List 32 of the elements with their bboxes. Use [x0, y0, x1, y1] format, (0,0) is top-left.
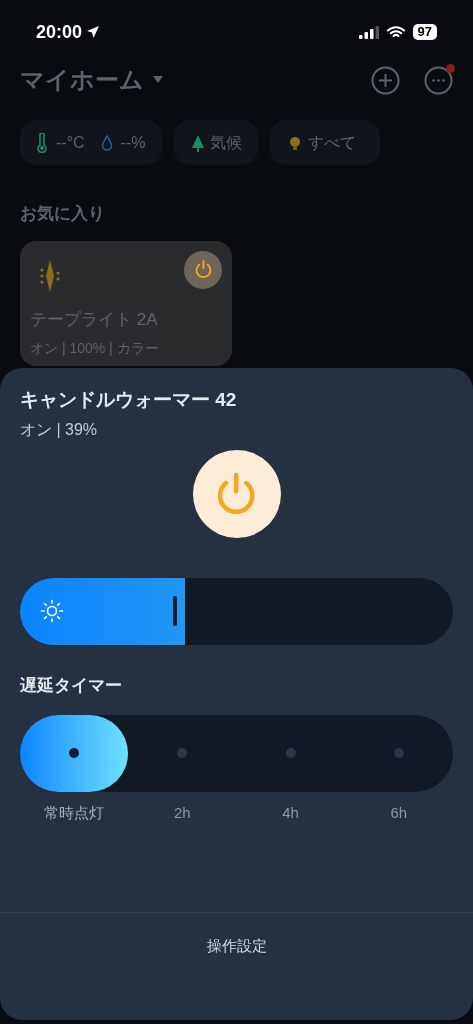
status-time: 20:00 [36, 20, 83, 44]
droplet-icon [100, 134, 113, 151]
weather-chip[interactable]: 気候 [173, 120, 258, 165]
device-name: テープライト 2A [30, 308, 159, 331]
timer-option-label: 2h [173, 802, 192, 823]
slider-handle[interactable] [172, 596, 177, 626]
wifi-icon [386, 25, 405, 39]
more-icon[interactable] [424, 65, 453, 95]
temperature-text: --°C [56, 132, 85, 153]
signal-icon [358, 25, 379, 39]
section-title: お気に入り [19, 203, 106, 225]
tree-icon [189, 133, 206, 152]
sheet-title: キャンドルウォーマー 42 [20, 387, 238, 412]
timer-title: 遅延タイマー [20, 675, 123, 697]
timer-option-label: 6h [389, 802, 409, 823]
climate-chip[interactable]: --°C --% [20, 120, 162, 165]
sun-icon [40, 599, 64, 623]
timer-option-label: 4h [281, 802, 300, 823]
device-status: オン | 100% | カラー [30, 339, 160, 358]
device-card[interactable]: テープライト 2A オン | 100% | カラー [20, 240, 232, 366]
dropdown-caret-icon[interactable] [152, 75, 164, 85]
device-power-button[interactable] [184, 250, 222, 289]
lights-chip[interactable]: すべて [269, 120, 380, 165]
thermometer-icon [36, 132, 48, 153]
sheet-status: オン | 39% [20, 420, 99, 440]
humidity-text: --% [120, 132, 146, 153]
timer-option-label: 常時点灯 [43, 802, 106, 823]
location-arrow-icon [86, 25, 101, 39]
operation-settings-button[interactable]: 操作設定 [206, 935, 267, 958]
battery-indicator: 97 [412, 24, 437, 40]
add-icon[interactable] [371, 65, 400, 95]
home-title[interactable]: マイホーム [20, 62, 144, 98]
